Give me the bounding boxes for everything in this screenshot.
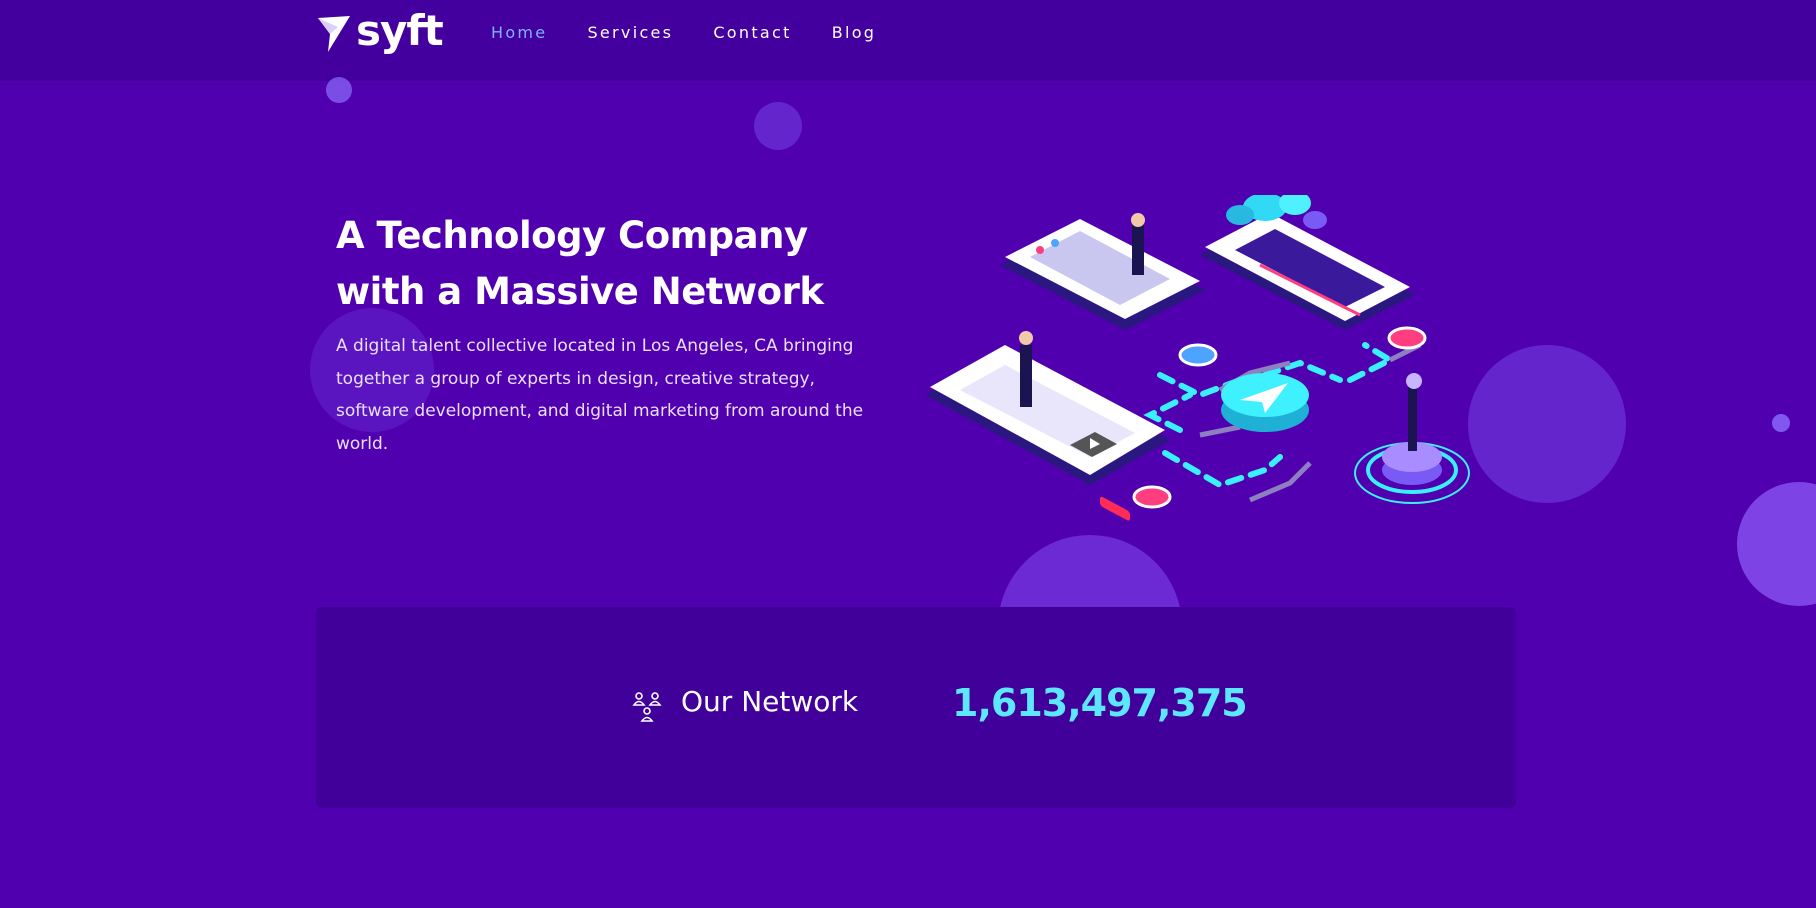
decor-bubble bbox=[1737, 482, 1816, 606]
decor-bubble bbox=[1468, 345, 1626, 503]
decor-bubble bbox=[754, 102, 802, 150]
nav-contact[interactable]: Contact bbox=[713, 23, 791, 42]
site-header: syft Home Services Contact Blog bbox=[0, 0, 1816, 81]
network-count: 1,613,497,375 bbox=[952, 681, 1248, 725]
people-network-icon bbox=[632, 692, 662, 722]
central-hub bbox=[1221, 373, 1309, 432]
paper-plane-icon bbox=[318, 16, 350, 52]
network-stats-panel: Our Network 1,613,497,375 bbox=[316, 607, 1516, 808]
brand-name: syft bbox=[356, 6, 444, 55]
phone-top-right bbox=[1200, 213, 1415, 330]
phone-top-left bbox=[1000, 219, 1205, 330]
isometric-network-illustration bbox=[925, 195, 1470, 521]
decor-bubble bbox=[326, 77, 352, 103]
network-label: Our Network bbox=[681, 685, 859, 718]
hero-title-line-1: A Technology Company bbox=[336, 214, 808, 257]
decor-bubble bbox=[1772, 414, 1790, 432]
hero-title: A Technology Company with a Massive Netw… bbox=[336, 208, 856, 320]
hero-description: A digital talent collective located in L… bbox=[336, 336, 864, 454]
hero-title-line-2: with a Massive Network bbox=[336, 270, 824, 313]
brand-logo[interactable]: syft bbox=[316, 6, 446, 60]
nav-services[interactable]: Services bbox=[587, 23, 673, 42]
nav-home[interactable]: Home bbox=[491, 23, 547, 42]
nav-blog[interactable]: Blog bbox=[832, 23, 877, 42]
pedestal bbox=[1354, 373, 1470, 504]
main-nav: Home Services Contact Blog bbox=[491, 23, 916, 42]
